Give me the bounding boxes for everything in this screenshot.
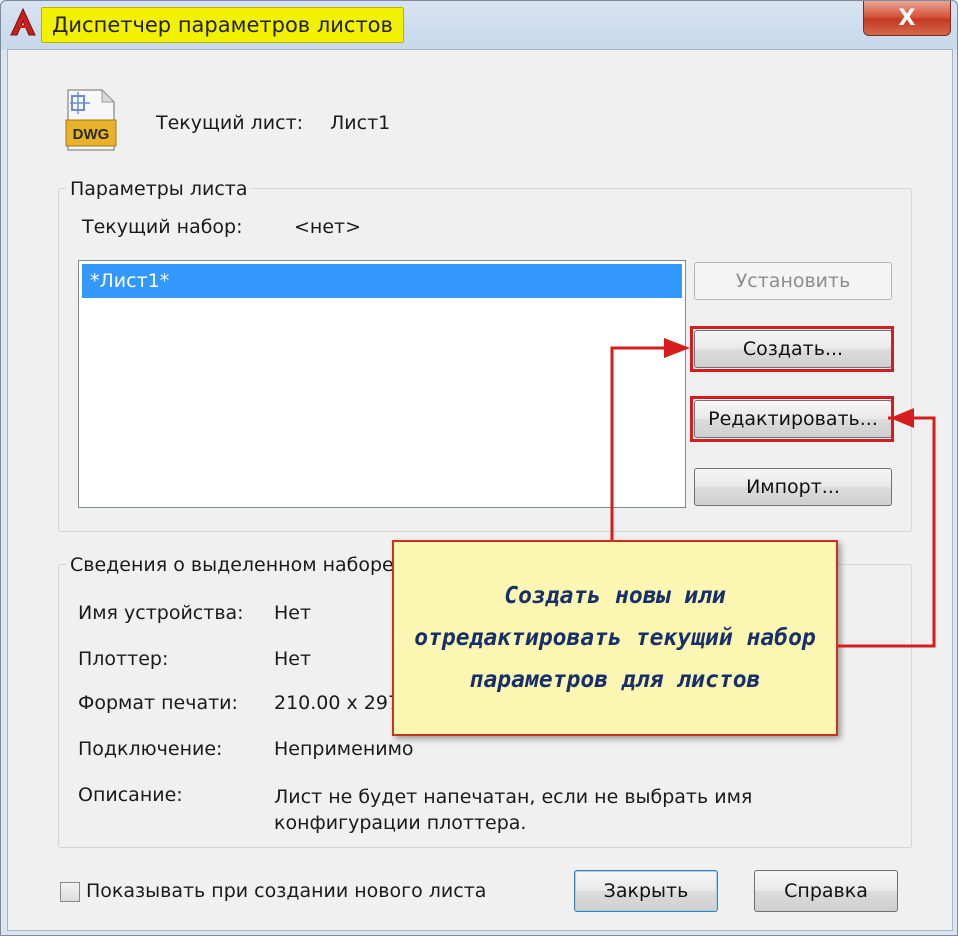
window-title: Диспетчер параметров листов	[41, 7, 404, 43]
page-setup-manager-window: Диспетчер параметров листов X DWG Текущи…	[0, 0, 958, 936]
help-button[interactable]: Справка	[754, 870, 898, 912]
show-on-create-label[interactable]: Показывать при создании нового листа	[86, 880, 486, 902]
annotation-callout: Создать новы или отредактировать текущий…	[392, 540, 838, 736]
close-button[interactable]: Закрыть	[574, 870, 718, 912]
set-current-button-label: Установить	[735, 270, 851, 292]
list-item[interactable]: *Лист1*	[82, 264, 682, 298]
current-sheet-label: Текущий лист:	[156, 112, 304, 134]
connection-label: Подключение:	[78, 738, 223, 760]
dwg-file-icon: DWG	[65, 88, 117, 151]
close-button-label: Закрыть	[603, 880, 689, 902]
current-sheet-value: Лист1	[330, 112, 391, 134]
set-current-button[interactable]: Установить	[694, 262, 892, 300]
window-title-text: Диспетчер параметров листов	[52, 13, 393, 37]
help-button-label: Справка	[784, 880, 868, 902]
edit-button-highlight	[690, 396, 894, 442]
dialog-body: DWG Текущий лист: Лист1 Параметры листа …	[7, 49, 953, 931]
connection-value: Неприменимо	[274, 738, 414, 760]
current-set-label: Текущий набор:	[82, 216, 243, 238]
plotter-label: Плоттер:	[78, 648, 169, 670]
description-value: Лист не будет напечатан, если не выбрать…	[274, 786, 753, 834]
autocad-app-icon	[10, 7, 36, 36]
details-group-title: Сведения о выделенном наборе	[66, 554, 398, 576]
create-button-highlight	[690, 326, 894, 372]
svg-text:DWG: DWG	[73, 126, 110, 143]
plotter-value: Нет	[274, 648, 312, 670]
sheet-params-group-title: Параметры листа	[66, 178, 252, 200]
annotation-text: Создать новы или отредактировать текущий…	[414, 583, 816, 693]
page-setups-list[interactable]: *Лист1*	[78, 260, 686, 508]
description-label: Описание:	[78, 784, 183, 806]
show-on-create-checkbox[interactable]	[60, 882, 80, 902]
close-window-button[interactable]: X	[863, 1, 951, 36]
title-bar[interactable]: Диспетчер параметров листов X	[1, 1, 957, 49]
current-set-value: <нет>	[294, 216, 362, 238]
import-button-label: Импорт...	[746, 476, 840, 498]
import-button[interactable]: Импорт...	[694, 468, 892, 506]
device-name-value: Нет	[274, 602, 312, 624]
device-name-label: Имя устройства:	[78, 602, 244, 624]
close-icon: X	[898, 5, 916, 31]
paper-size-label: Формат печати:	[78, 692, 238, 714]
